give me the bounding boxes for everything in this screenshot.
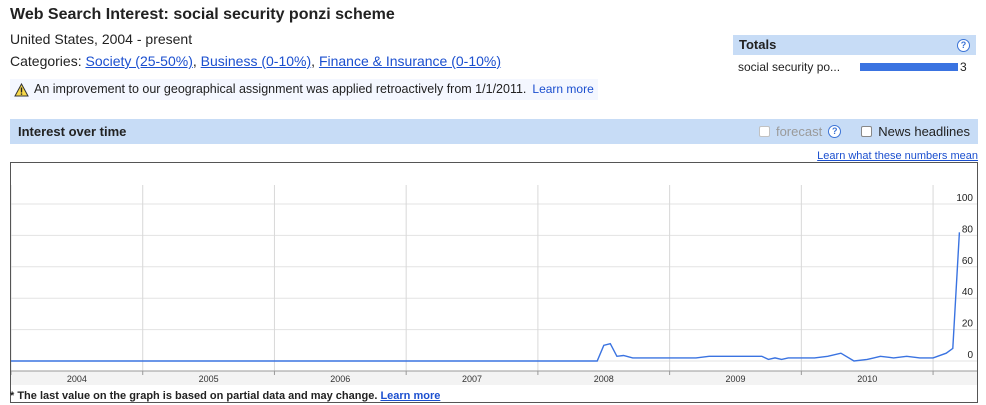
footnote: * The last value on the graph is based o… (10, 390, 440, 402)
forecast-toggle: forecast ? (758, 124, 842, 139)
x-tick-label: 2009 (725, 374, 745, 384)
totals-header: Totals ? (733, 35, 976, 55)
forecast-checkbox (758, 126, 770, 137)
totals-value: 3 (960, 60, 967, 74)
warning-icon (14, 82, 29, 97)
page-title: Web Search Interest: social security pon… (10, 6, 395, 23)
y-tick-label: 40 (962, 287, 974, 298)
x-tick-label: 2004 (67, 374, 87, 384)
x-tick-label: 2010 (857, 374, 877, 384)
news-headlines-checkbox[interactable] (861, 126, 873, 137)
forecast-label: forecast (775, 124, 823, 139)
category-link-finance[interactable]: Finance & Insurance (0-10%) (319, 53, 501, 69)
interest-over-time-header: Interest over time forecast ? News headl… (10, 119, 978, 144)
series-line (11, 232, 961, 362)
news-headlines-label[interactable]: News headlines (878, 124, 970, 139)
learn-numbers-link[interactable]: Learn what these numbers mean (817, 150, 978, 162)
totals-panel: Totals ? social security po... 3 (733, 35, 976, 76)
category-link-business[interactable]: Business (0-10%) (201, 53, 312, 69)
categories-label: Categories: (10, 53, 82, 69)
notice-text: An improvement to our geographical assig… (34, 82, 527, 96)
news-headlines-toggle[interactable]: News headlines (861, 124, 970, 139)
categories-line: Categories: Society (25-50%), Business (… (10, 53, 502, 69)
x-tick-label: 2007 (462, 374, 482, 384)
footnote-learn-more-link[interactable]: Learn more (380, 390, 440, 402)
y-tick-label: 0 (967, 350, 973, 361)
x-tick-label: 2008 (594, 374, 614, 384)
totals-bar (860, 63, 958, 71)
interest-chart: 2004200520062007200820092010201102040608… (10, 162, 978, 403)
region-date-range: United States, 2004 - present (10, 31, 193, 47)
footnote-text: * The last value on the graph is based o… (10, 390, 378, 402)
totals-help-icon[interactable]: ? (957, 38, 970, 52)
totals-row: social security po... 3 (733, 58, 976, 76)
y-tick-label: 100 (956, 193, 973, 204)
geo-notice: An improvement to our geographical assig… (10, 79, 598, 100)
totals-title: Totals (739, 37, 777, 52)
x-tick-label: 2006 (330, 374, 350, 384)
x-tick-label: 2005 (199, 374, 219, 384)
notice-learn-more-link[interactable]: Learn more (532, 79, 593, 100)
totals-term: social security po... (738, 60, 841, 74)
category-link-society[interactable]: Society (25-50%) (85, 53, 192, 69)
y-tick-label: 60 (962, 256, 974, 267)
y-tick-label: 80 (962, 224, 974, 235)
interest-chart-svg: 2004200520062007200820092010201102040608… (11, 185, 977, 385)
forecast-help-icon[interactable]: ? (828, 125, 842, 138)
interest-title: Interest over time (18, 124, 127, 139)
y-tick-label: 20 (962, 319, 974, 330)
x-axis-band (11, 371, 977, 385)
